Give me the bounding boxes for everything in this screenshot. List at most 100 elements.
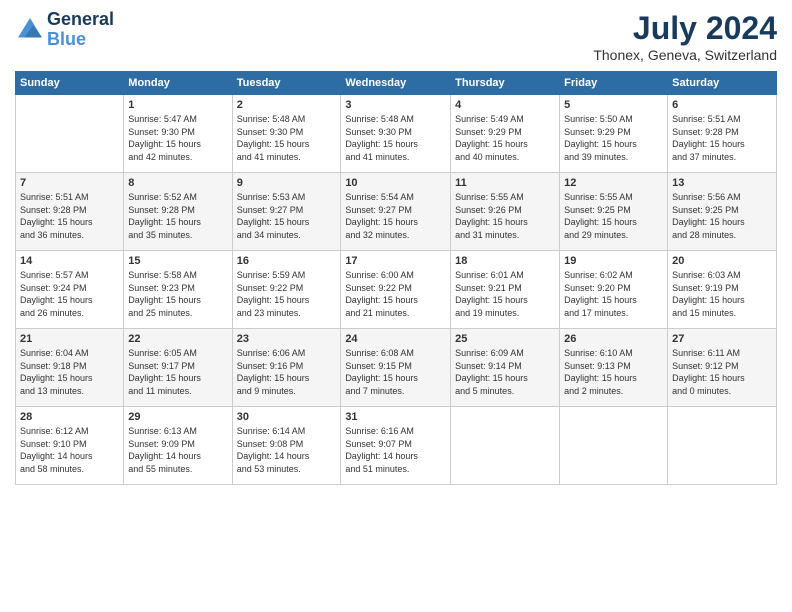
- day-number: 10: [345, 177, 446, 189]
- day-number: 9: [237, 177, 337, 189]
- calendar-cell: 18Sunrise: 6:01 AM Sunset: 9:21 PM Dayli…: [451, 251, 560, 329]
- day-info: Sunrise: 5:58 AM Sunset: 9:23 PM Dayligh…: [128, 269, 227, 319]
- logo-icon: [15, 15, 45, 45]
- calendar-cell: [451, 407, 560, 485]
- calendar-header-row: SundayMondayTuesdayWednesdayThursdayFrid…: [16, 72, 777, 95]
- calendar-cell: 12 Sunrise: 5:55 AM Sunset: 9:25 PM Dayli…: [560, 173, 668, 251]
- col-header-sunday: Sunday: [16, 72, 124, 95]
- col-header-saturday: Saturday: [668, 72, 777, 95]
- day-info: Sunrise: 6:16 AM Sunset: 9:07 PM Dayligh…: [345, 425, 446, 475]
- calendar-cell: 2Sunrise: 5:48 AM Sunset: 9:30 PM Daylig…: [232, 95, 341, 173]
- day-number: 27: [672, 333, 772, 345]
- calendar-cell: 15Sunrise: 5:58 AM Sunset: 9:23 PM Dayli…: [124, 251, 232, 329]
- calendar-cell: 5 Sunrise: 5:50 AM Sunset: 9:29 PM Daylig…: [560, 95, 668, 173]
- day-info: Sunrise: 6:08 AM Sunset: 9:15 PM Dayligh…: [345, 347, 446, 397]
- calendar-cell: 29 Sunrise: 6:13 AM Sunset: 9:09 PM Dayli…: [124, 407, 232, 485]
- day-number: 29: [128, 411, 227, 423]
- day-info: Sunrise: 6:04 AM Sunset: 9:18 PM Dayligh…: [20, 347, 119, 397]
- calendar-cell: 24 Sunrise: 6:08 AM Sunset: 9:15 PM Dayli…: [341, 329, 451, 407]
- day-number: 20: [672, 255, 772, 267]
- day-number: 5: [564, 99, 663, 111]
- col-header-thursday: Thursday: [451, 72, 560, 95]
- day-info: Sunrise: 6:14 AM Sunset: 9:08 PM Dayligh…: [237, 425, 337, 475]
- day-info: Sunrise: 5:55 AM Sunset: 9:26 PM Dayligh…: [455, 191, 555, 241]
- day-info: Sunrise: 6:12 AM Sunset: 9:10 PM Dayligh…: [20, 425, 119, 475]
- day-info: Sunrise: 5:47 AM Sunset: 9:30 PM Dayligh…: [128, 113, 227, 163]
- week-row-4: 21 Sunrise: 6:04 AM Sunset: 9:18 PM Dayli…: [16, 329, 777, 407]
- calendar-table: SundayMondayTuesdayWednesdayThursdayFrid…: [15, 71, 777, 485]
- calendar-cell: 16 Sunrise: 5:59 AM Sunset: 9:22 PM Dayli…: [232, 251, 341, 329]
- calendar-cell: 19Sunrise: 6:02 AM Sunset: 9:20 PM Dayli…: [560, 251, 668, 329]
- calendar-cell: 14Sunrise: 5:57 AM Sunset: 9:24 PM Dayli…: [16, 251, 124, 329]
- day-info: Sunrise: 6:03 AM Sunset: 9:19 PM Dayligh…: [672, 269, 772, 319]
- day-info: Sunrise: 5:49 AM Sunset: 9:29 PM Dayligh…: [455, 113, 555, 163]
- day-number: 3: [345, 99, 446, 111]
- day-info: Sunrise: 6:00 AM Sunset: 9:22 PM Dayligh…: [345, 269, 446, 319]
- day-number: 7: [20, 177, 119, 189]
- day-number: 23: [237, 333, 337, 345]
- day-info: Sunrise: 5:59 AM Sunset: 9:22 PM Dayligh…: [237, 269, 337, 319]
- week-row-5: 28 Sunrise: 6:12 AM Sunset: 9:10 PM Dayli…: [16, 407, 777, 485]
- day-info: Sunrise: 5:50 AM Sunset: 9:29 PM Dayligh…: [564, 113, 663, 163]
- calendar-cell: [16, 95, 124, 173]
- col-header-tuesday: Tuesday: [232, 72, 341, 95]
- logo: General Blue: [15, 10, 114, 50]
- day-number: 11: [455, 177, 555, 189]
- day-info: Sunrise: 5:55 AM Sunset: 9:25 PM Dayligh…: [564, 191, 663, 241]
- day-number: 21: [20, 333, 119, 345]
- day-number: 22: [128, 333, 227, 345]
- calendar-cell: 20 Sunrise: 6:03 AM Sunset: 9:19 PM Dayli…: [668, 251, 777, 329]
- day-info: Sunrise: 5:56 AM Sunset: 9:25 PM Dayligh…: [672, 191, 772, 241]
- calendar-cell: 1 Sunrise: 5:47 AM Sunset: 9:30 PM Daylig…: [124, 95, 232, 173]
- calendar-cell: 17Sunrise: 6:00 AM Sunset: 9:22 PM Dayli…: [341, 251, 451, 329]
- day-number: 25: [455, 333, 555, 345]
- page-header: General Blue July 2024 Thonex, Geneva, S…: [15, 10, 777, 63]
- day-number: 14: [20, 255, 119, 267]
- day-number: 31: [345, 411, 446, 423]
- day-number: 6: [672, 99, 772, 111]
- logo-line2: Blue: [47, 29, 86, 49]
- day-number: 26: [564, 333, 663, 345]
- calendar-cell: 13 Sunrise: 5:56 AM Sunset: 9:25 PM Dayli…: [668, 173, 777, 251]
- calendar-cell: 26 Sunrise: 6:10 AM Sunset: 9:13 PM Dayli…: [560, 329, 668, 407]
- month-year: July 2024: [593, 10, 777, 47]
- week-row-3: 14Sunrise: 5:57 AM Sunset: 9:24 PM Dayli…: [16, 251, 777, 329]
- day-info: Sunrise: 6:02 AM Sunset: 9:20 PM Dayligh…: [564, 269, 663, 319]
- page-container: General Blue July 2024 Thonex, Geneva, S…: [0, 0, 792, 495]
- calendar-cell: 25 Sunrise: 6:09 AM Sunset: 9:14 PM Dayli…: [451, 329, 560, 407]
- calendar-cell: [668, 407, 777, 485]
- day-number: 12: [564, 177, 663, 189]
- day-number: 16: [237, 255, 337, 267]
- logo-line1: General: [47, 10, 114, 30]
- day-info: Sunrise: 6:01 AM Sunset: 9:21 PM Dayligh…: [455, 269, 555, 319]
- day-number: 28: [20, 411, 119, 423]
- calendar-cell: 11 Sunrise: 5:55 AM Sunset: 9:26 PM Dayli…: [451, 173, 560, 251]
- day-number: 13: [672, 177, 772, 189]
- col-header-monday: Monday: [124, 72, 232, 95]
- day-info: Sunrise: 6:13 AM Sunset: 9:09 PM Dayligh…: [128, 425, 227, 475]
- day-info: Sunrise: 6:09 AM Sunset: 9:14 PM Dayligh…: [455, 347, 555, 397]
- calendar-cell: [560, 407, 668, 485]
- col-header-wednesday: Wednesday: [341, 72, 451, 95]
- calendar-cell: 30 Sunrise: 6:14 AM Sunset: 9:08 PM Dayli…: [232, 407, 341, 485]
- calendar-cell: 7Sunrise: 5:51 AM Sunset: 9:28 PM Daylig…: [16, 173, 124, 251]
- day-number: 4: [455, 99, 555, 111]
- week-row-2: 7Sunrise: 5:51 AM Sunset: 9:28 PM Daylig…: [16, 173, 777, 251]
- day-info: Sunrise: 6:10 AM Sunset: 9:13 PM Dayligh…: [564, 347, 663, 397]
- location: Thonex, Geneva, Switzerland: [593, 47, 777, 63]
- day-info: Sunrise: 5:54 AM Sunset: 9:27 PM Dayligh…: [345, 191, 446, 241]
- day-number: 24: [345, 333, 446, 345]
- calendar-cell: 3 Sunrise: 5:48 AM Sunset: 9:30 PM Daylig…: [341, 95, 451, 173]
- week-row-1: 1 Sunrise: 5:47 AM Sunset: 9:30 PM Daylig…: [16, 95, 777, 173]
- day-number: 30: [237, 411, 337, 423]
- day-info: Sunrise: 5:48 AM Sunset: 9:30 PM Dayligh…: [345, 113, 446, 163]
- day-info: Sunrise: 5:53 AM Sunset: 9:27 PM Dayligh…: [237, 191, 337, 241]
- col-header-friday: Friday: [560, 72, 668, 95]
- calendar-cell: 31 Sunrise: 6:16 AM Sunset: 9:07 PM Dayli…: [341, 407, 451, 485]
- day-number: 1: [128, 99, 227, 111]
- day-info: Sunrise: 5:51 AM Sunset: 9:28 PM Dayligh…: [672, 113, 772, 163]
- calendar-cell: 6 Sunrise: 5:51 AM Sunset: 9:28 PM Daylig…: [668, 95, 777, 173]
- day-info: Sunrise: 6:06 AM Sunset: 9:16 PM Dayligh…: [237, 347, 337, 397]
- day-info: Sunrise: 5:48 AM Sunset: 9:30 PM Dayligh…: [237, 113, 337, 163]
- day-info: Sunrise: 6:05 AM Sunset: 9:17 PM Dayligh…: [128, 347, 227, 397]
